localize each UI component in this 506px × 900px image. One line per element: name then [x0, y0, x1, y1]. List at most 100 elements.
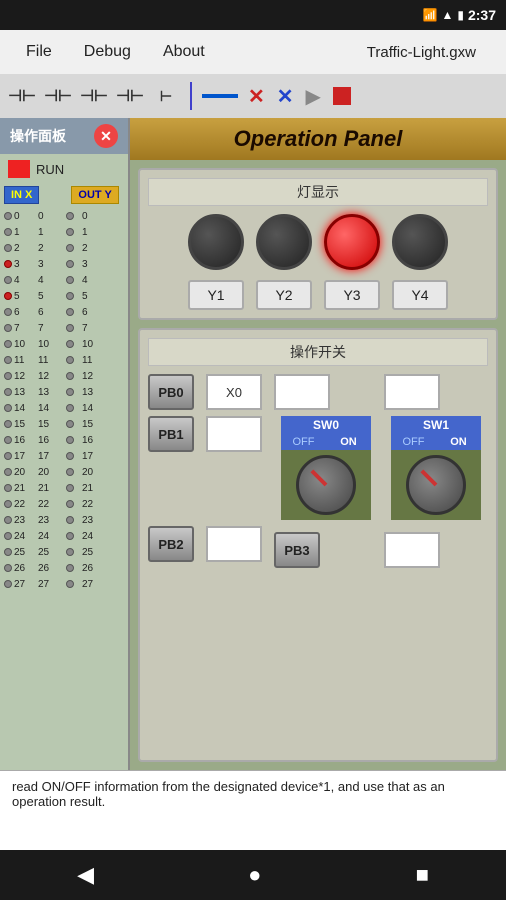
- toolbar-x-red[interactable]: ✕: [244, 84, 269, 109]
- in-num2: 22: [38, 499, 60, 510]
- io-row: 13 13 13: [4, 384, 124, 400]
- in-led: [4, 324, 12, 332]
- empty-box-1: [274, 374, 330, 410]
- y2-button[interactable]: Y2: [256, 280, 312, 310]
- sw1-container: SW1 OFF ON: [384, 416, 488, 520]
- toolbar-separator: [190, 82, 192, 110]
- menu-file[interactable]: File: [10, 35, 68, 69]
- pb3-button[interactable]: PB3: [274, 532, 320, 568]
- in-num: 3: [14, 259, 36, 270]
- status-bar: 📶 ▲ ▮ 2:37: [0, 0, 506, 30]
- out-led: [66, 532, 74, 540]
- in-num2: 0: [38, 211, 60, 222]
- in-num: 10: [14, 339, 36, 350]
- empty-box-2: [384, 374, 440, 410]
- toolbar-play-btn[interactable]: ▶: [302, 84, 325, 109]
- io-row: 6 6 6: [4, 304, 124, 320]
- out-led: [66, 468, 74, 476]
- io-row: 10 10 10: [4, 336, 124, 352]
- io-row: 4 4 4: [4, 272, 124, 288]
- pb1-empty: [206, 416, 262, 452]
- sw0-header: SW0: [281, 416, 371, 434]
- in-led: [4, 356, 12, 364]
- toolbar-stop-btn[interactable]: [333, 87, 351, 105]
- bottom-text-content: read ON/OFF information from the designa…: [12, 779, 445, 809]
- out-num: 5: [82, 291, 104, 302]
- out-y-header: OUT Y: [71, 186, 118, 204]
- y4-button[interactable]: Y4: [392, 280, 448, 310]
- toolbar-btn-4[interactable]: ⊣⊢: [114, 80, 146, 112]
- io-row: 3 3 3: [4, 256, 124, 272]
- toolbar: ⊣⊢ ⊣⊢ ⊣⊢ ⊣⊢ ⊢ ✕ ✕ ▶: [0, 74, 506, 118]
- out-num: 7: [82, 323, 104, 334]
- switch-section: 操作开关 PB0 X0 PB1 SW0 OFF ON: [138, 328, 498, 762]
- io-row: 17 17 17: [4, 448, 124, 464]
- in-num: 23: [14, 515, 36, 526]
- sw0-dial-indicator: [310, 469, 327, 486]
- y1-button[interactable]: Y1: [188, 280, 244, 310]
- in-led: [4, 244, 12, 252]
- in-num: 20: [14, 467, 36, 478]
- in-num: 17: [14, 451, 36, 462]
- panel-title-bar: 操作面板 ✕: [0, 118, 128, 154]
- sw1-dial-indicator: [420, 469, 437, 486]
- nav-recent[interactable]: ■: [396, 854, 449, 896]
- toolbar-x-blue[interactable]: ✕: [273, 84, 298, 109]
- run-label: RUN: [36, 162, 64, 177]
- in-num: 15: [14, 419, 36, 430]
- out-led: [66, 228, 74, 236]
- sw1-on[interactable]: ON: [436, 434, 481, 450]
- y3-button[interactable]: Y3: [324, 280, 380, 310]
- out-led: [66, 484, 74, 492]
- toolbar-btn-3[interactable]: ⊣⊢: [78, 80, 110, 112]
- out-num: 1: [82, 227, 104, 238]
- run-light: [8, 160, 30, 178]
- light-y2: [256, 214, 312, 270]
- out-led: [66, 564, 74, 572]
- out-num: 4: [82, 275, 104, 286]
- io-row: 27 27 27: [4, 576, 124, 592]
- close-button[interactable]: ✕: [94, 124, 118, 148]
- nav-bar: ◀ ● ■: [0, 850, 506, 900]
- in-led: [4, 228, 12, 236]
- io-row: 23 23 23: [4, 512, 124, 528]
- sw0-dial-circle: [296, 455, 356, 515]
- light-labels-row: Y1 Y2 Y3 Y4: [148, 280, 488, 310]
- out-num: 0: [82, 211, 104, 222]
- toolbar-btn-5[interactable]: ⊢: [150, 80, 182, 112]
- nav-home[interactable]: ●: [228, 854, 281, 896]
- in-led: [4, 580, 12, 588]
- pb0-button[interactable]: PB0: [148, 374, 194, 410]
- sw0-on[interactable]: ON: [326, 434, 371, 450]
- out-led: [66, 436, 74, 444]
- sw1-off[interactable]: OFF: [391, 434, 436, 450]
- io-headers: IN X OUT Y: [0, 184, 128, 206]
- sw0-toggle: OFF ON: [281, 434, 371, 450]
- in-led: [4, 500, 12, 508]
- menu-debug[interactable]: Debug: [68, 35, 147, 69]
- in-num: 24: [14, 531, 36, 542]
- main-area: 操作面板 ✕ RUN IN X OUT Y 0 0 0 1 1 1 2 2: [0, 118, 506, 770]
- sw0-off[interactable]: OFF: [281, 434, 326, 450]
- sw1-header: SW1: [391, 416, 481, 434]
- out-led: [66, 452, 74, 460]
- out-num: 13: [82, 387, 104, 398]
- io-row: 24 24 24: [4, 528, 124, 544]
- in-num2: 10: [38, 339, 60, 350]
- nav-back[interactable]: ◀: [57, 854, 114, 896]
- out-led: [66, 516, 74, 524]
- pb2-button[interactable]: PB2: [148, 526, 194, 562]
- in-num: 7: [14, 323, 36, 334]
- out-led: [66, 420, 74, 428]
- in-num2: 27: [38, 579, 60, 590]
- toolbar-btn-2[interactable]: ⊣⊢: [42, 80, 74, 112]
- in-num2: 12: [38, 371, 60, 382]
- in-led: [4, 372, 12, 380]
- in-num: 14: [14, 403, 36, 414]
- in-led: [4, 260, 12, 268]
- toolbar-btn-1[interactable]: ⊣⊢: [6, 80, 38, 112]
- out-num: 14: [82, 403, 104, 414]
- menu-about[interactable]: About: [147, 35, 221, 69]
- in-num2: 15: [38, 419, 60, 430]
- pb1-button[interactable]: PB1: [148, 416, 194, 452]
